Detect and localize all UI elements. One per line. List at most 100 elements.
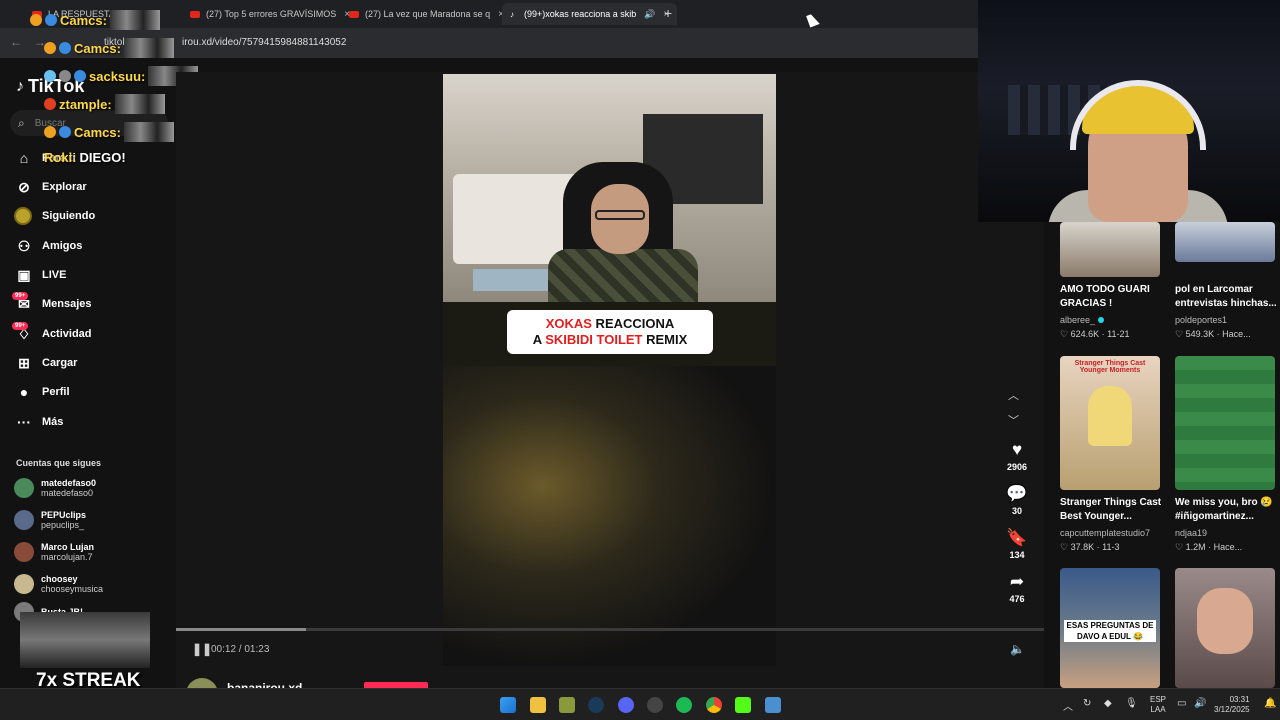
card-title[interactable]: Stranger Things Cast Best Younger...: [1060, 496, 1164, 524]
share-button[interactable]: ➦ 476: [1000, 572, 1034, 604]
nav-perfil[interactable]: ● Perfil: [14, 380, 70, 404]
app-icon[interactable]: [559, 697, 575, 713]
following-account[interactable]: PEPUclips pepuclips_: [14, 506, 86, 534]
following-account[interactable]: matedefaso0 matedefaso0: [14, 474, 96, 502]
tray-sync-icon[interactable]: ↻: [1083, 698, 1091, 709]
thumbnail-person: [1088, 386, 1132, 446]
messages-icon: ✉ 99+: [12, 291, 34, 313]
tab-label: (99+)xokas reacciona a skib: [524, 9, 637, 19]
chevron-down-icon[interactable]: ﹀: [1008, 412, 1019, 428]
video-webcam-scene: [443, 74, 776, 302]
view-count: 549.3K: [1185, 329, 1215, 339]
notepad-icon[interactable]: [765, 697, 781, 713]
video-thumbnail[interactable]: [1175, 222, 1275, 262]
chat-username: Camcs:: [74, 124, 121, 140]
card-username[interactable]: poldeportes1: [1175, 315, 1227, 325]
scene-person-shirt: [548, 249, 698, 302]
card-meta: ♡ 1.2M · Hace...: [1175, 542, 1243, 552]
scene-person-glasses: [595, 210, 645, 220]
video-thumbnail[interactable]: [1060, 222, 1160, 277]
browser-tab[interactable]: (27) Top 5 errores GRAVÍSIMOS ×: [190, 3, 350, 25]
card-title[interactable]: AMO TODO GUARI GRACIAS !: [1060, 283, 1164, 311]
lang-code: ESP: [1150, 695, 1167, 704]
search-icon: ⌕: [18, 115, 25, 130]
video-player[interactable]: XOKAS REACCIONA A SKIBIDI TOILET REMIX: [443, 74, 776, 666]
chat-emote: [123, 38, 174, 58]
tab-label: (27) Top 5 errores GRAVÍSIMOS: [206, 9, 337, 19]
nav-mensajes[interactable]: ✉ 99+ Mensajes: [12, 291, 92, 316]
card-date: Hace...: [1213, 542, 1243, 552]
network-icon[interactable]: ▭: [1177, 698, 1186, 709]
new-tab-button[interactable]: +: [664, 5, 672, 21]
card-title[interactable]: pol en Larcomar entrevistas hinchas...: [1175, 283, 1279, 311]
chevron-up-icon[interactable]: ︿: [1008, 387, 1019, 403]
comment-button[interactable]: 💬 30: [1000, 484, 1034, 516]
url-text[interactable]: irou.xd/video/7579415984881143052: [182, 37, 346, 48]
language-indicator[interactable]: ESP LAA: [1150, 695, 1166, 715]
browser-tab[interactable]: (27) La vez que Maradona se q ×: [349, 3, 504, 25]
chat-username: Camcs:: [74, 40, 121, 56]
audio-icon[interactable]: 🔊: [644, 9, 655, 20]
windows-start-icon[interactable]: [500, 697, 516, 713]
chat-username: Camcs:: [60, 12, 107, 28]
video-thumbnail[interactable]: ESAS PREGUNTAS DE DAVO A EDUL 😂: [1060, 568, 1160, 688]
steam-icon[interactable]: [588, 697, 604, 713]
kick-icon[interactable]: [735, 697, 751, 713]
view-count: 37.8K: [1070, 542, 1095, 552]
tray-chevron-icon[interactable]: ︿: [1063, 698, 1073, 713]
nav-amigos[interactable]: ⚇ Amigos: [14, 234, 83, 258]
lang-layout: LAA: [1150, 705, 1166, 714]
volume-tray-icon[interactable]: 🔊: [1194, 698, 1206, 709]
compass-icon: ⊘: [18, 178, 30, 195]
chrome-icon[interactable]: [706, 697, 722, 713]
back-icon[interactable]: ←: [10, 35, 22, 49]
nav-label: Actividad: [42, 328, 92, 340]
comment-count: 30: [1011, 506, 1022, 516]
discord-icon[interactable]: [618, 697, 634, 713]
chat-badge-icon: [44, 98, 56, 110]
chat-username: sacksuu:: [89, 68, 146, 84]
card-username[interactable]: capcuttemplatestudio7: [1060, 528, 1150, 538]
nav-cargar[interactable]: ⊞ Cargar: [14, 351, 77, 375]
video-caption: XOKAS REACCIONA A SKIBIDI TOILET REMIX: [507, 310, 713, 354]
spotify-icon[interactable]: [676, 697, 692, 713]
following-account[interactable]: Marco Lujan marcolujan.7: [14, 538, 94, 566]
browser-tab-active[interactable]: ♪ (99+)xokas reacciona a skib 🔊 ×: [502, 3, 678, 25]
video-progress-bar[interactable]: [176, 628, 1044, 631]
avatar: [14, 478, 34, 498]
upload-icon: ⊞: [18, 354, 30, 371]
following-account[interactable]: choosey chooseymusica: [14, 570, 103, 598]
card-username[interactable]: ndjaa19: [1175, 528, 1207, 538]
video-thumbnail[interactable]: [1175, 568, 1275, 688]
card-title[interactable]: We miss you, bro 😢 #iñigomartinez...: [1175, 496, 1279, 524]
chat-badge-icon: [44, 42, 56, 54]
chat-username: Roki:: [44, 150, 77, 165]
nav-live[interactable]: ▣ LIVE: [14, 263, 66, 287]
tray-shield-icon[interactable]: ◆: [1104, 698, 1112, 709]
caption-highlight: SKIBIDI TOILET: [545, 332, 643, 347]
following-icon: [14, 207, 32, 225]
comment-icon: 💬: [1006, 484, 1028, 503]
nav-siguiendo[interactable]: Siguiendo: [14, 204, 95, 228]
save-button[interactable]: 🔖 134: [1000, 528, 1034, 560]
clock[interactable]: 03:31 3/12/2025: [1214, 695, 1250, 715]
volume-icon[interactable]: 🔈: [1010, 642, 1025, 656]
notification-icon[interactable]: 🔔: [1264, 698, 1276, 709]
card-meta: ♡ 37.8K · 11-3: [1060, 542, 1120, 552]
pause-icon[interactable]: ❚❚: [192, 642, 212, 656]
account-name: PEPUclips: [41, 510, 87, 520]
like-button[interactable]: ♥ 2906: [1000, 440, 1034, 472]
youtube-icon: [349, 10, 359, 18]
video-progress-fill: [176, 628, 307, 631]
card-user[interactable]: alberee_: [1060, 315, 1105, 325]
video-thumbnail[interactable]: [1175, 356, 1275, 490]
file-explorer-icon[interactable]: [530, 697, 546, 713]
chat-badge-icon: [59, 70, 71, 82]
nav-mas[interactable]: ··· Más: [14, 410, 63, 434]
tray-mic-icon[interactable]: 🎙: [1125, 698, 1138, 709]
avatar: [14, 510, 34, 530]
nav-explorar[interactable]: ⊘ Explorar: [14, 175, 87, 199]
nav-actividad[interactable]: ♢ 99+ Actividad: [12, 321, 92, 346]
video-thumbnail[interactable]: Stranger Things Cast Younger Moments: [1060, 356, 1160, 490]
app-icon[interactable]: [647, 697, 663, 713]
